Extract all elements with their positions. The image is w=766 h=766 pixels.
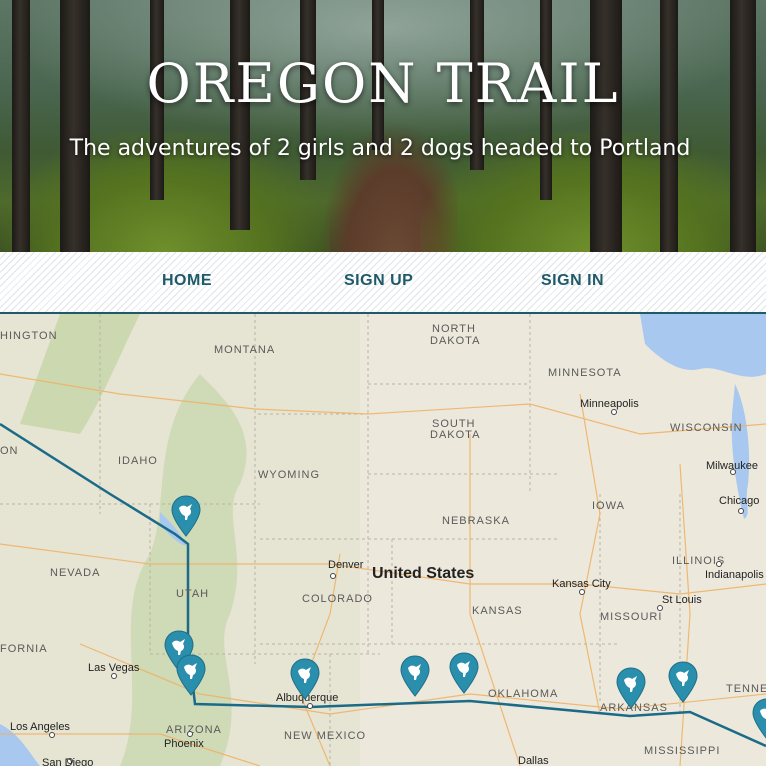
city-label: Indianapolis	[705, 569, 764, 581]
city-label: St Louis	[662, 594, 702, 606]
city-label: Phoenix	[164, 738, 204, 750]
city-label: Las Vegas	[88, 662, 140, 674]
state-label: WISCONSIN	[670, 422, 743, 434]
site-title: OREGON TRAIL	[146, 52, 620, 115]
trip-map[interactable]: HINGTON MONTANA NORTH DAKOTA MINNESOTA S…	[0, 314, 766, 766]
city-label: Dallas	[518, 755, 549, 766]
tree-trunk	[590, 0, 622, 252]
main-nav: HOME SIGN UP SIGN IN	[0, 252, 766, 314]
state-label: DAKOTA	[430, 335, 480, 347]
city-label: Minneapolis	[580, 398, 639, 410]
map-canvas[interactable]: HINGTON MONTANA NORTH DAKOTA MINNESOTA S…	[0, 314, 766, 766]
state-label: NEW MEXICO	[284, 730, 366, 742]
state-label: MONTANA	[214, 344, 275, 356]
city-label: Milwaukee	[706, 460, 758, 472]
state-label: ARIZONA	[166, 724, 222, 736]
tree-trunk	[230, 0, 250, 230]
state-label: OKLAHOMA	[488, 688, 558, 700]
city-label: Denver	[328, 559, 364, 571]
state-label: NORTH	[432, 323, 476, 335]
state-label: UTAH	[176, 588, 209, 600]
city-label: Los Angeles	[10, 721, 70, 733]
state-label: KANSAS	[472, 605, 523, 617]
state-label: IDAHO	[118, 455, 158, 467]
hero-banner: OREGON TRAIL The adventures of 2 girls a…	[0, 0, 766, 252]
nav-sign-up-link[interactable]: SIGN UP	[344, 272, 413, 290]
state-label: NEBRASKA	[442, 515, 510, 527]
country-label: United States	[372, 565, 474, 582]
state-label: MISSISSIPPI	[644, 745, 720, 757]
state-label: MISSOURI	[600, 611, 662, 623]
state-label: COLORADO	[302, 593, 373, 605]
tree-trunk	[730, 0, 756, 252]
state-label: DAKOTA	[430, 429, 480, 441]
tree-trunk	[12, 0, 30, 252]
city-label: San Diego	[42, 757, 93, 766]
state-label: FORNIA	[0, 643, 48, 655]
tree-trunk	[660, 0, 678, 252]
state-label: WYOMING	[258, 469, 320, 481]
state-label: ON	[0, 445, 19, 457]
state-label: HINGTON	[0, 330, 58, 342]
city-label: Chicago	[719, 495, 759, 507]
city-label: Kansas City	[552, 578, 611, 590]
nav-sign-in-link[interactable]: SIGN IN	[541, 272, 604, 290]
state-label: IOWA	[592, 500, 625, 512]
state-label: MINNESOTA	[548, 367, 622, 379]
state-label: TENNE	[726, 683, 766, 695]
site-tagline: The adventures of 2 girls and 2 dogs hea…	[69, 136, 691, 161]
tree-trunk	[60, 0, 90, 252]
state-label: NEVADA	[50, 567, 100, 579]
nav-home-link[interactable]: HOME	[162, 272, 212, 290]
